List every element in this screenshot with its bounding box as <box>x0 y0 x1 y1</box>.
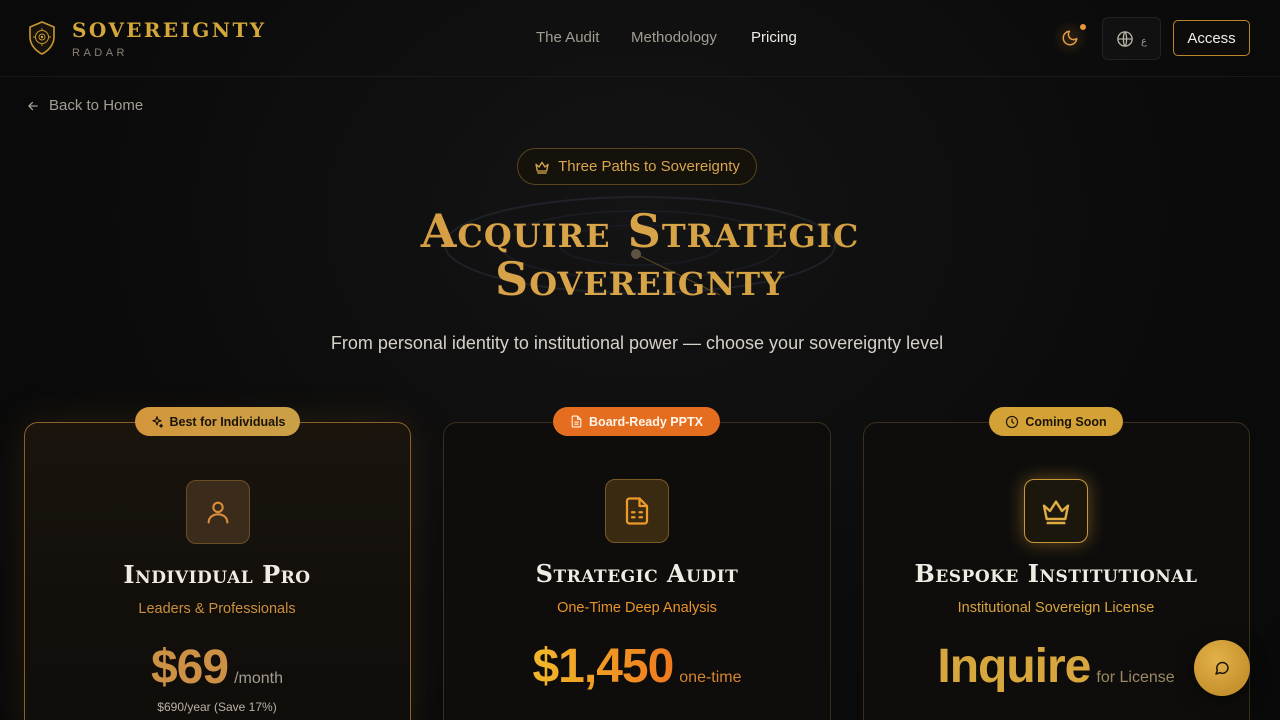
file-icon <box>571 415 582 428</box>
hero-title-line-1: Acquire Strategic <box>420 204 860 258</box>
price-row: Inquire for License <box>863 639 1249 694</box>
globe-icon <box>1117 31 1133 47</box>
chat-button[interactable] <box>1194 640 1250 696</box>
badge-coming-soon: Coming Soon <box>989 407 1123 436</box>
tier-subtitle: One-Time Deep Analysis <box>557 600 717 616</box>
nav-pricing[interactable]: Pricing <box>751 29 797 46</box>
hero-pill-label: Three Paths to Sovereignty <box>558 158 740 175</box>
badge-best-for-individuals: Best for Individuals <box>135 407 300 436</box>
back-label: Back to Home <box>49 97 144 114</box>
hero-title: Acquire Strategic Sovereignty <box>0 207 1280 303</box>
tier-subtitle: Institutional Sovereign License <box>957 600 1155 616</box>
badge-board-ready: Board-Ready PPTX <box>553 407 720 436</box>
crown-icon <box>535 161 549 174</box>
hero-title-line-2: Sovereignty <box>495 252 785 306</box>
notification-dot <box>1080 24 1086 30</box>
tier-name-strategic-audit: Strategic Audit <box>535 559 739 588</box>
tier-icon-box <box>605 479 669 543</box>
nav-methodology[interactable]: Methodology <box>631 29 717 46</box>
price-row: $1,450 one-time <box>444 639 830 694</box>
document-icon <box>625 497 649 525</box>
price-unit: one-time <box>679 669 742 686</box>
crown-icon <box>1042 500 1070 525</box>
badge-label: Best for Individuals <box>169 414 286 429</box>
user-icon <box>207 501 229 524</box>
tier-name-bespoke-institutional: Bespoke Institutional <box>914 559 1198 588</box>
tier-icon-box <box>186 480 250 544</box>
nav-the-audit[interactable]: The Audit <box>536 29 599 46</box>
price-value: $69 <box>150 641 229 694</box>
hero-pill: Three Paths to Sovereignty <box>517 148 757 185</box>
price-value: $1,450 <box>532 640 674 693</box>
language-label: ع <box>1141 36 1147 47</box>
clock-icon <box>1006 415 1019 428</box>
access-button[interactable]: Access <box>1173 20 1250 56</box>
chat-bubble-icon <box>1215 661 1229 675</box>
arrow-left-icon <box>28 101 38 110</box>
main-nav: The Audit Methodology Pricing <box>0 29 1280 49</box>
badge-label: Board-Ready PPTX <box>589 414 703 429</box>
badge-label: Coming Soon <box>1025 414 1107 429</box>
language-switcher[interactable]: ع <box>1102 17 1161 60</box>
tier-icon-box <box>1024 479 1088 543</box>
price-unit: for License <box>1096 669 1175 686</box>
price-unit: /month <box>234 670 283 687</box>
site-header: SOVEREIGNTY RADAR The Audit Methodology … <box>0 0 1280 77</box>
sparkles-icon <box>151 415 163 428</box>
back-to-home-link[interactable]: Back to Home <box>26 97 143 114</box>
price-value: Inquire <box>937 640 1091 693</box>
moon-icon <box>1062 30 1078 46</box>
tier-name-individual-pro: Individual Pro <box>123 560 311 589</box>
price-row: $69/month <box>24 640 410 695</box>
tier-subtitle: Leaders & Professionals <box>138 601 296 617</box>
hero-subtitle: From personal identity to institutional … <box>330 333 944 353</box>
price-note: $690/year (Save 17%) <box>157 700 277 714</box>
